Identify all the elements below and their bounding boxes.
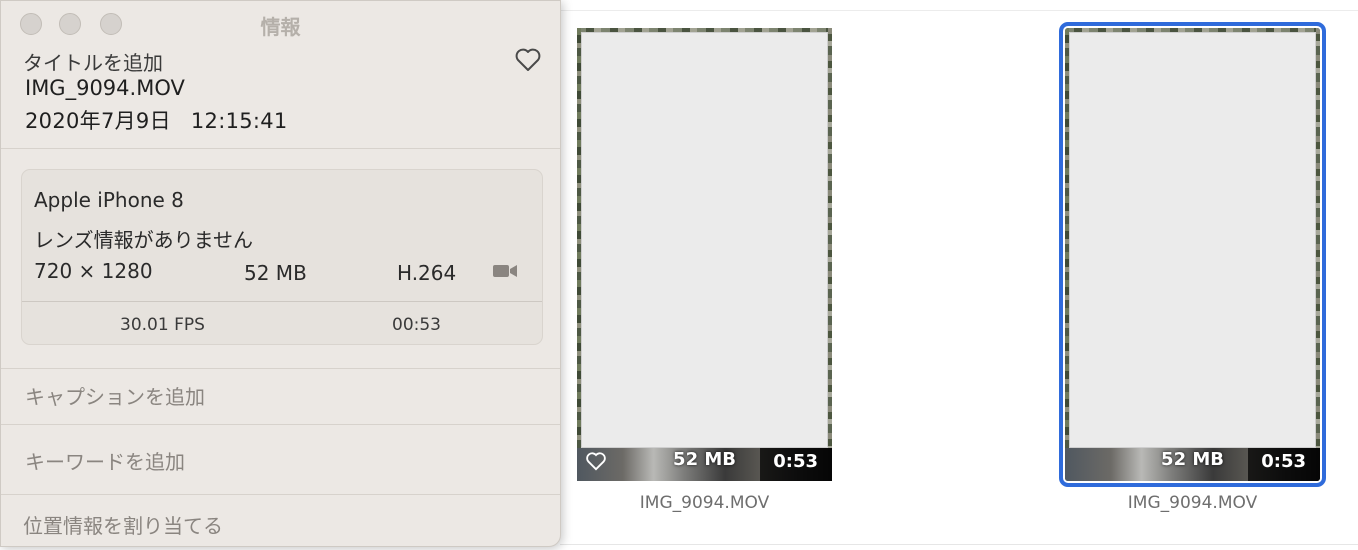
thumbnail-size: 52 MB — [673, 449, 736, 470]
file-size: 52 MB — [244, 261, 307, 285]
thumbnail-caption: IMG_9094.MOV — [639, 493, 770, 513]
card-divider — [22, 301, 542, 302]
device-name: Apple iPhone 8 — [34, 188, 184, 212]
thumbnail-duration: 0:53 — [1261, 451, 1306, 472]
photo-thumbnail-selected[interactable]: 52 MB 0:53 — [1059, 22, 1326, 487]
add-title-field[interactable]: タイトルを追加 — [23, 47, 163, 76]
capture-time: 12:15:41 — [190, 109, 288, 133]
video-camera-icon — [493, 265, 517, 277]
grid-divider-bottom — [560, 544, 1358, 545]
panel-title: 情報 — [260, 15, 301, 39]
capture-date: 2020年7月9日 — [25, 109, 171, 133]
frame-rate: 30.01 FPS — [120, 315, 205, 335]
divider — [1, 424, 560, 425]
info-panel: 情報 タイトルを追加 IMG_9094.MOV 2020年7月9日 12:15:4… — [0, 0, 561, 547]
assign-location-field[interactable]: 位置情報を割り当てる — [23, 510, 223, 539]
divider — [1, 368, 560, 369]
heart-icon[interactable] — [585, 451, 607, 471]
thumbnail-caption: IMG_9094.MOV — [1127, 493, 1258, 513]
photo-thumbnail[interactable]: 52 MB 0:53 — [577, 28, 832, 481]
dimensions: 720 × 1280 — [34, 259, 153, 283]
capture-datetime[interactable]: 2020年7月9日 12:15:41 — [25, 105, 288, 135]
thumbnail-duration: 0:53 — [773, 451, 818, 472]
thumbnail-placeholder — [581, 32, 828, 448]
file-name: IMG_9094.MOV — [25, 76, 185, 100]
thumbnail-size: 52 MB — [1161, 449, 1224, 470]
video-duration: 00:53 — [392, 315, 441, 335]
grid-divider-top — [560, 10, 1358, 11]
lens-info: レンズ情報がありません — [34, 228, 253, 252]
add-caption-field[interactable]: キャプションを追加 — [25, 381, 205, 410]
thumbnail-placeholder — [1069, 32, 1316, 448]
add-keyword-field[interactable]: キーワードを追加 — [25, 446, 185, 475]
codec: H.264 — [397, 261, 457, 285]
divider — [1, 148, 560, 149]
divider — [1, 494, 560, 495]
metadata-card: Apple iPhone 8 レンズ情報がありません 720 × 1280 52… — [21, 169, 543, 345]
heart-icon[interactable] — [514, 47, 542, 73]
